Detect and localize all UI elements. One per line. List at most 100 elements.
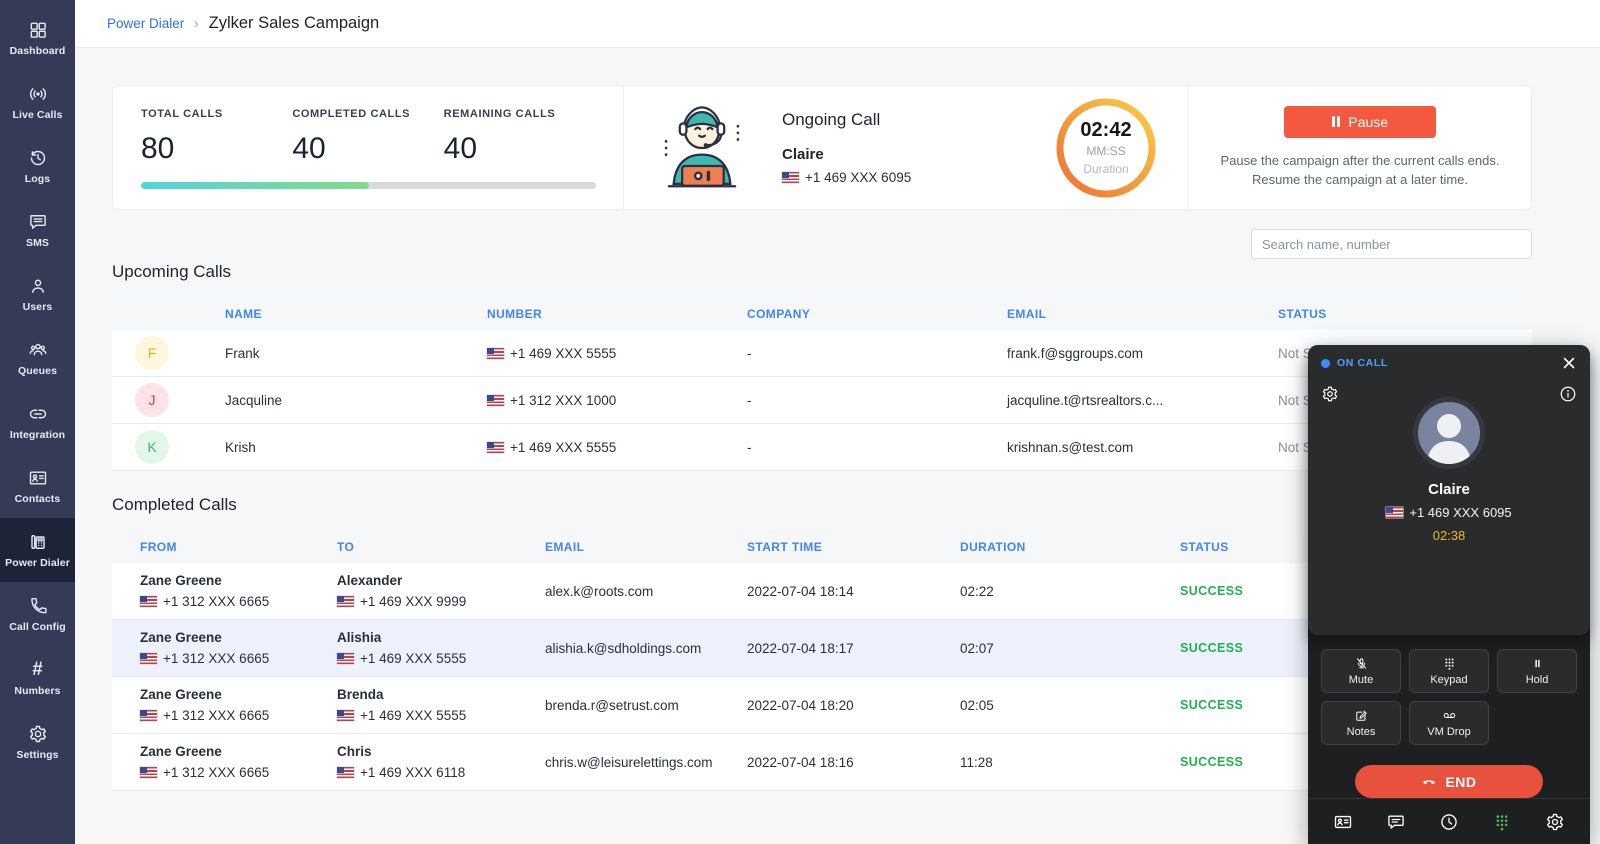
on-call-status-label: ON CALL [1337, 357, 1561, 369]
pause-description-line1: Pause the campaign after the current cal… [1221, 152, 1500, 171]
summary-cards-row: TOTAL CALLS 80 COMPLETED CALLS 40 REMAIN… [112, 85, 1532, 210]
sidebar-item-settings[interactable]: Settings [0, 710, 75, 774]
power-dialer-icon [27, 531, 49, 553]
sidebar-item-contacts[interactable]: Contacts [0, 454, 75, 518]
col-number: NUMBER [487, 307, 747, 321]
to-number: +1 469 XXX 5555 [360, 651, 466, 666]
call-duration: 11:28 [960, 755, 1180, 770]
us-flag-icon [1386, 507, 1403, 518]
to-number: +1 469 XXX 5555 [360, 708, 466, 723]
breadcrumb-power-dialer[interactable]: Power Dialer [107, 16, 184, 31]
remaining-calls-value: 40 [444, 132, 595, 166]
call-duration: 02:07 [960, 641, 1180, 656]
mute-button[interactable]: Mute [1321, 649, 1401, 693]
to-name: Alishia [337, 630, 545, 645]
mute-icon [1354, 656, 1369, 671]
from-name: Zane Greene [140, 573, 337, 588]
to-name: Chris [337, 744, 545, 759]
sidebar-item-power-dialer[interactable]: Power Dialer [0, 518, 75, 582]
us-flag-icon [487, 442, 504, 453]
contact-company: - [747, 346, 1007, 361]
avatar: K [135, 430, 169, 464]
col-company: COMPANY [747, 307, 1007, 321]
top-header: Power Dialer › Zylker Sales Campaign [75, 0, 1600, 48]
avatar: F [135, 336, 169, 370]
call-email: alex.k@roots.com [545, 584, 747, 599]
link-icon [27, 403, 49, 425]
on-call-widget: ON CALL Claire +1 469 XXX 6095 02:38 Mut… [1308, 345, 1590, 844]
avatar: J [135, 383, 169, 417]
col-from: FROM [140, 540, 337, 554]
hash-icon: # [27, 659, 49, 681]
from-name: Zane Greene [140, 687, 337, 702]
call-timer: 02:38 [1321, 528, 1577, 543]
dashboard-icon [27, 19, 49, 41]
to-name: Alexander [337, 573, 545, 588]
on-call-status-dot [1321, 359, 1330, 368]
us-flag-icon [140, 767, 157, 778]
contact-name: Frank [225, 346, 487, 361]
us-flag-icon [140, 653, 157, 664]
page-title: Zylker Sales Campaign [209, 14, 380, 33]
end-call-button[interactable]: END [1355, 765, 1543, 798]
total-calls-value: 80 [141, 132, 292, 166]
dialpad-icon-active[interactable] [1492, 812, 1512, 832]
sidebar-item-users[interactable]: Users [0, 262, 75, 326]
sidebar-item-numbers[interactable]: # Numbers [0, 646, 75, 710]
gear-icon[interactable] [1545, 812, 1565, 832]
call-duration: 02:05 [960, 698, 1180, 713]
call-start-time: 2022-07-04 18:20 [747, 698, 960, 713]
col-status: STATUS [1278, 307, 1532, 321]
hold-button[interactable]: Hold [1497, 649, 1577, 693]
keypad-button[interactable]: Keypad [1409, 649, 1489, 693]
us-flag-icon [487, 395, 504, 406]
contact-email: krishnan.s@test.com [1007, 440, 1278, 455]
from-number: +1 312 XXX 6665 [163, 594, 269, 609]
us-flag-icon [337, 767, 354, 778]
upcoming-calls-title: Upcoming Calls [112, 262, 1532, 282]
user-icon [27, 275, 49, 297]
upcoming-calls-header: NAME NUMBER COMPANY EMAIL STATUS [112, 298, 1532, 330]
sidebar-item-dashboard[interactable]: Dashboard [0, 6, 75, 70]
sidebar-item-sms[interactable]: SMS [0, 198, 75, 262]
caller-number: +1 469 XXX 6095 [1409, 505, 1511, 520]
widget-gear-icon[interactable] [1321, 385, 1339, 403]
vm-drop-button[interactable]: VM Drop [1409, 701, 1489, 745]
phone-icon [27, 595, 49, 617]
call-email: chris.w@leisurelettings.com [545, 755, 747, 770]
history-icon[interactable] [1439, 812, 1459, 832]
contact-name: Krish [225, 440, 487, 455]
gear-icon [27, 723, 49, 745]
to-number: +1 469 XXX 6118 [360, 765, 465, 780]
us-flag-icon [487, 348, 504, 359]
pause-button[interactable]: Pause [1284, 106, 1436, 138]
sidebar-item-logs[interactable]: Logs [0, 134, 75, 198]
remaining-calls-label: REMAINING CALLS [444, 108, 595, 120]
col-duration: DURATION [960, 540, 1180, 554]
campaign-stats-card: TOTAL CALLS 80 COMPLETED CALLS 40 REMAIN… [113, 86, 623, 209]
close-icon[interactable] [1561, 355, 1577, 371]
call-start-time: 2022-07-04 18:17 [747, 641, 960, 656]
end-call-icon [1421, 774, 1437, 790]
to-number: +1 469 XXX 9999 [360, 594, 466, 609]
sidebar-item-integration[interactable]: Integration [0, 390, 75, 454]
call-info-panel: ON CALL Claire +1 469 XXX 6095 02:38 [1308, 345, 1590, 635]
sms-icon[interactable] [1386, 812, 1406, 832]
call-email: alishia.k@sdholdings.com [545, 641, 747, 656]
info-icon[interactable] [1559, 385, 1577, 403]
search-input[interactable] [1251, 229, 1532, 259]
notes-button[interactable]: Notes [1321, 701, 1401, 745]
sidebar-item-call-config[interactable]: Call Config [0, 582, 75, 646]
contact-card-icon[interactable] [1333, 812, 1353, 832]
from-number: +1 312 XXX 6665 [163, 765, 269, 780]
contact-company: - [747, 393, 1007, 408]
sidebar-item-live-calls[interactable]: Live Calls [0, 70, 75, 134]
col-to: TO [337, 540, 545, 554]
call-duration-unit: MM:SS [1086, 144, 1125, 158]
us-flag-icon [140, 596, 157, 607]
ongoing-call-title: Ongoing Call [782, 110, 1026, 130]
call-duration-caption: Duration [1083, 162, 1128, 176]
sms-icon [27, 211, 49, 233]
us-flag-icon [337, 596, 354, 607]
sidebar-item-queues[interactable]: Queues [0, 326, 75, 390]
